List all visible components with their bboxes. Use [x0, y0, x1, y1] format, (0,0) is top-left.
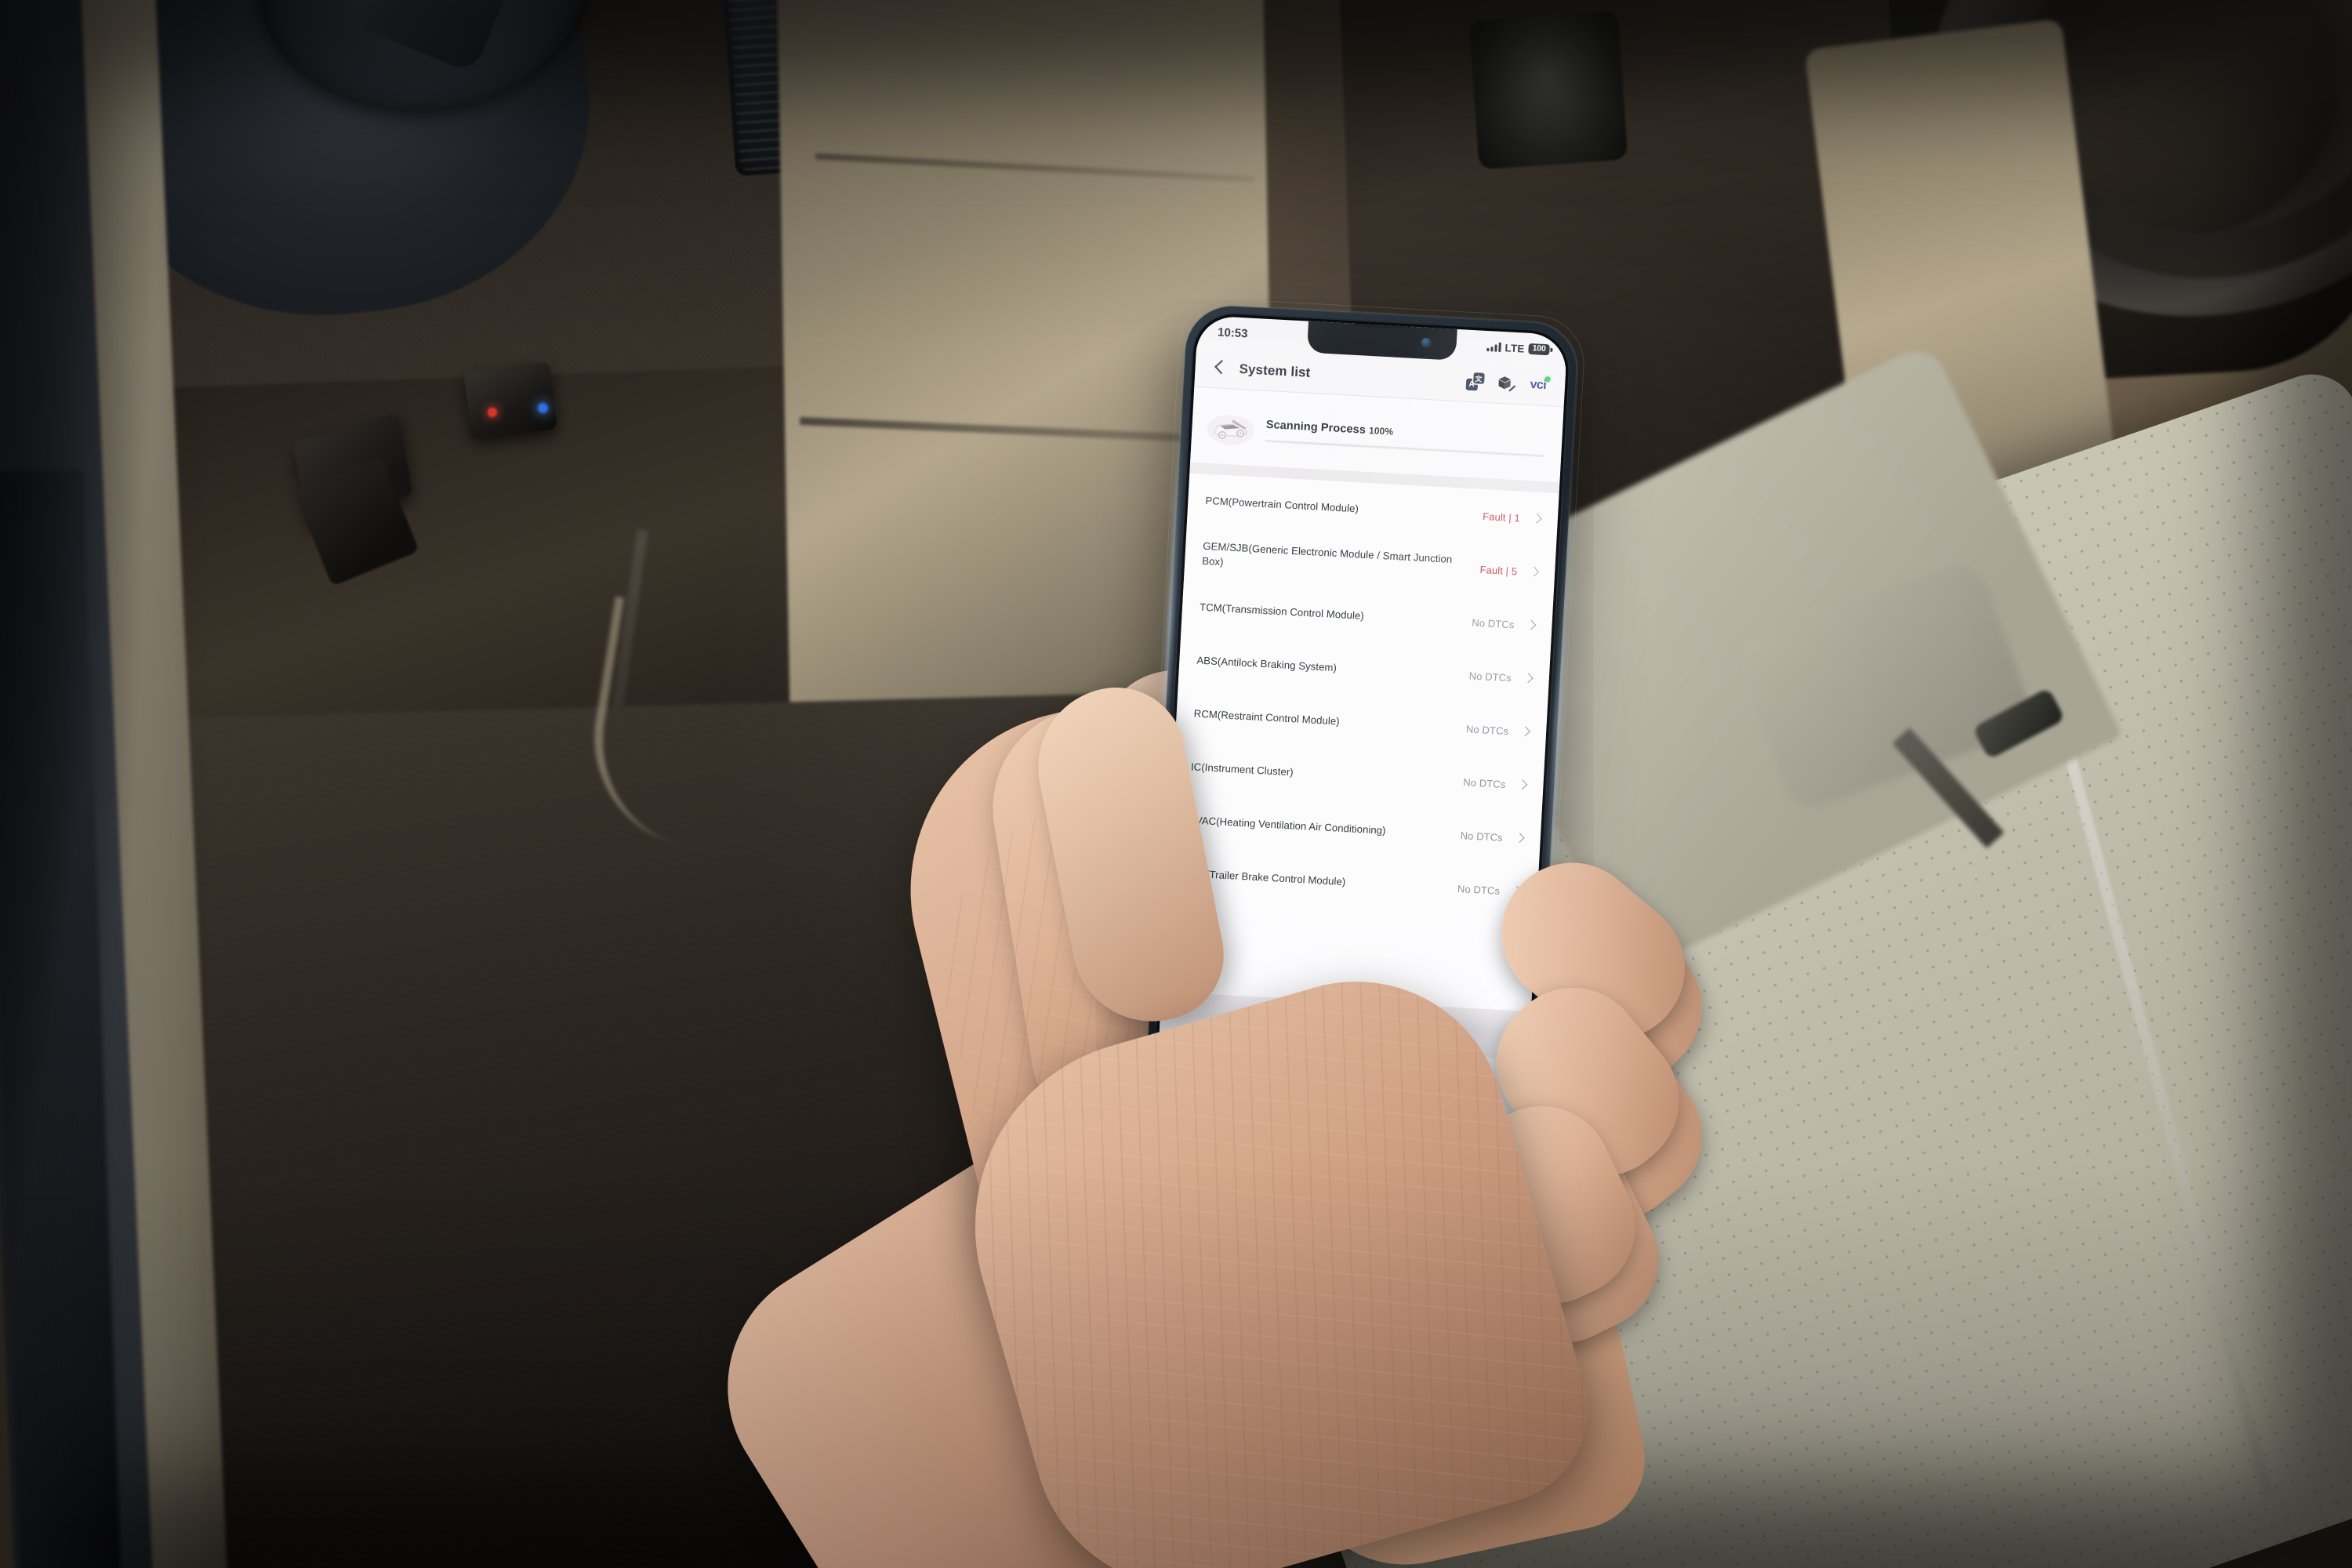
earpiece-speaker-icon: [1354, 320, 1412, 329]
system-status-badge: No DTCs: [1460, 829, 1504, 844]
front-camera-icon: [1421, 337, 1432, 349]
scan-progress-percent: 100%: [1368, 424, 1394, 437]
cellular-signal-icon: [1486, 342, 1501, 352]
row-chevron-icon[interactable]: [1516, 779, 1530, 792]
car-icon: [1203, 405, 1258, 448]
nav-bar-actions: A 文 vci: [1465, 372, 1550, 395]
row-chevron-icon[interactable]: [1528, 565, 1541, 579]
cube-edit-icon[interactable]: [1497, 374, 1517, 392]
row-chevron-icon[interactable]: [1525, 619, 1538, 632]
system-status-badge: No DTCs: [1465, 722, 1509, 737]
translate-icon-glyph: 文: [1472, 372, 1485, 384]
system-name: TCM(Transmission Control Module): [1199, 601, 1365, 622]
row-chevron-icon[interactable]: [1530, 512, 1544, 525]
system-status-badge: No DTCs: [1468, 669, 1512, 684]
battery-icon: 100: [1528, 343, 1550, 356]
system-name: PCM(Powertrain Control Module): [1205, 494, 1359, 515]
status-bar-right: LTE 100: [1486, 340, 1550, 356]
translate-icon[interactable]: A 文: [1465, 372, 1485, 391]
system-status-badge: No DTCs: [1457, 882, 1501, 897]
vci-status-icon[interactable]: vci: [1530, 378, 1549, 393]
system-name: IC(Instrument Cluster): [1190, 760, 1294, 779]
system-status-badge: Fault | 1: [1482, 510, 1521, 524]
row-chevron-icon[interactable]: [1522, 672, 1535, 685]
row-chevron-icon[interactable]: [1513, 832, 1526, 845]
row-chevron-icon[interactable]: [1519, 725, 1533, 739]
page-title: System list: [1239, 361, 1311, 380]
back-chevron-icon[interactable]: [1209, 357, 1230, 378]
system-name: GEM/SJB(Generic Electronic Module / Smar…: [1201, 540, 1453, 568]
scan-progress-text: Scanning Process: [1265, 418, 1367, 437]
system-name: RCM(Restraint Control Module): [1193, 707, 1341, 728]
system-status-badge: No DTCs: [1462, 775, 1506, 790]
system-status-badge: No DTCs: [1472, 615, 1515, 630]
system-name: HVAC(Heating Ventilation Air Conditionin…: [1188, 813, 1387, 837]
network-type-label: LTE: [1504, 341, 1526, 355]
scan-progress-column: Scanning Process 100%: [1265, 416, 1545, 457]
system-name: TBC(Trailer Brake Control Module): [1185, 866, 1346, 887]
system-status-badge: Fault | 5: [1479, 563, 1518, 577]
system-list[interactable]: PCM(Powertrain Control Module) Fault | 1 G…: [1161, 473, 1559, 1012]
system-name: ABS(Antilock Braking System): [1196, 654, 1338, 673]
status-bar-time: 10:53: [1217, 325, 1248, 340]
